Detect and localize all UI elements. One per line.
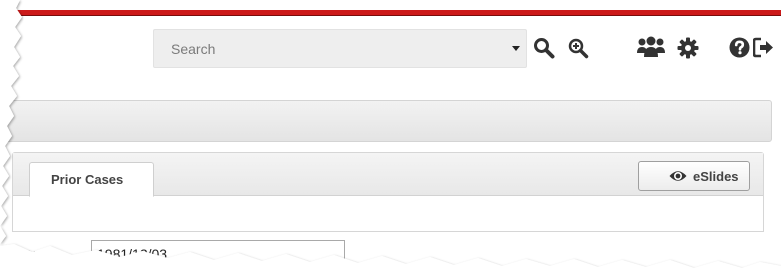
date-of-birth-field[interactable] bbox=[91, 240, 345, 267]
search-dropdown-caret-icon[interactable] bbox=[512, 46, 520, 51]
gear-icon[interactable] bbox=[677, 37, 699, 59]
eye-icon bbox=[669, 169, 687, 188]
eslides-button[interactable]: eSlides bbox=[638, 161, 750, 191]
eslides-label: eSlides bbox=[693, 169, 739, 184]
search-icon[interactable] bbox=[533, 37, 555, 59]
tab-strip: Prior Cases eSlides bbox=[13, 153, 763, 197]
tab-prior-cases[interactable]: Prior Cases bbox=[29, 162, 154, 197]
case-header-panel bbox=[6, 100, 772, 142]
date-of-birth-label: f Birth bbox=[25, 248, 64, 263]
top-accent-bar bbox=[14, 10, 781, 15]
search-input[interactable] bbox=[154, 30, 494, 67]
help-icon[interactable] bbox=[729, 37, 750, 58]
logout-icon[interactable] bbox=[753, 37, 775, 58]
tab-panel: Prior Cases eSlides bbox=[12, 152, 764, 232]
zoom-in-icon[interactable] bbox=[568, 38, 589, 59]
users-icon[interactable] bbox=[636, 35, 666, 59]
page: Prior Cases eSlides f Birth bbox=[0, 0, 781, 278]
search-box[interactable] bbox=[153, 29, 527, 68]
tab-label: Prior Cases bbox=[51, 172, 124, 187]
